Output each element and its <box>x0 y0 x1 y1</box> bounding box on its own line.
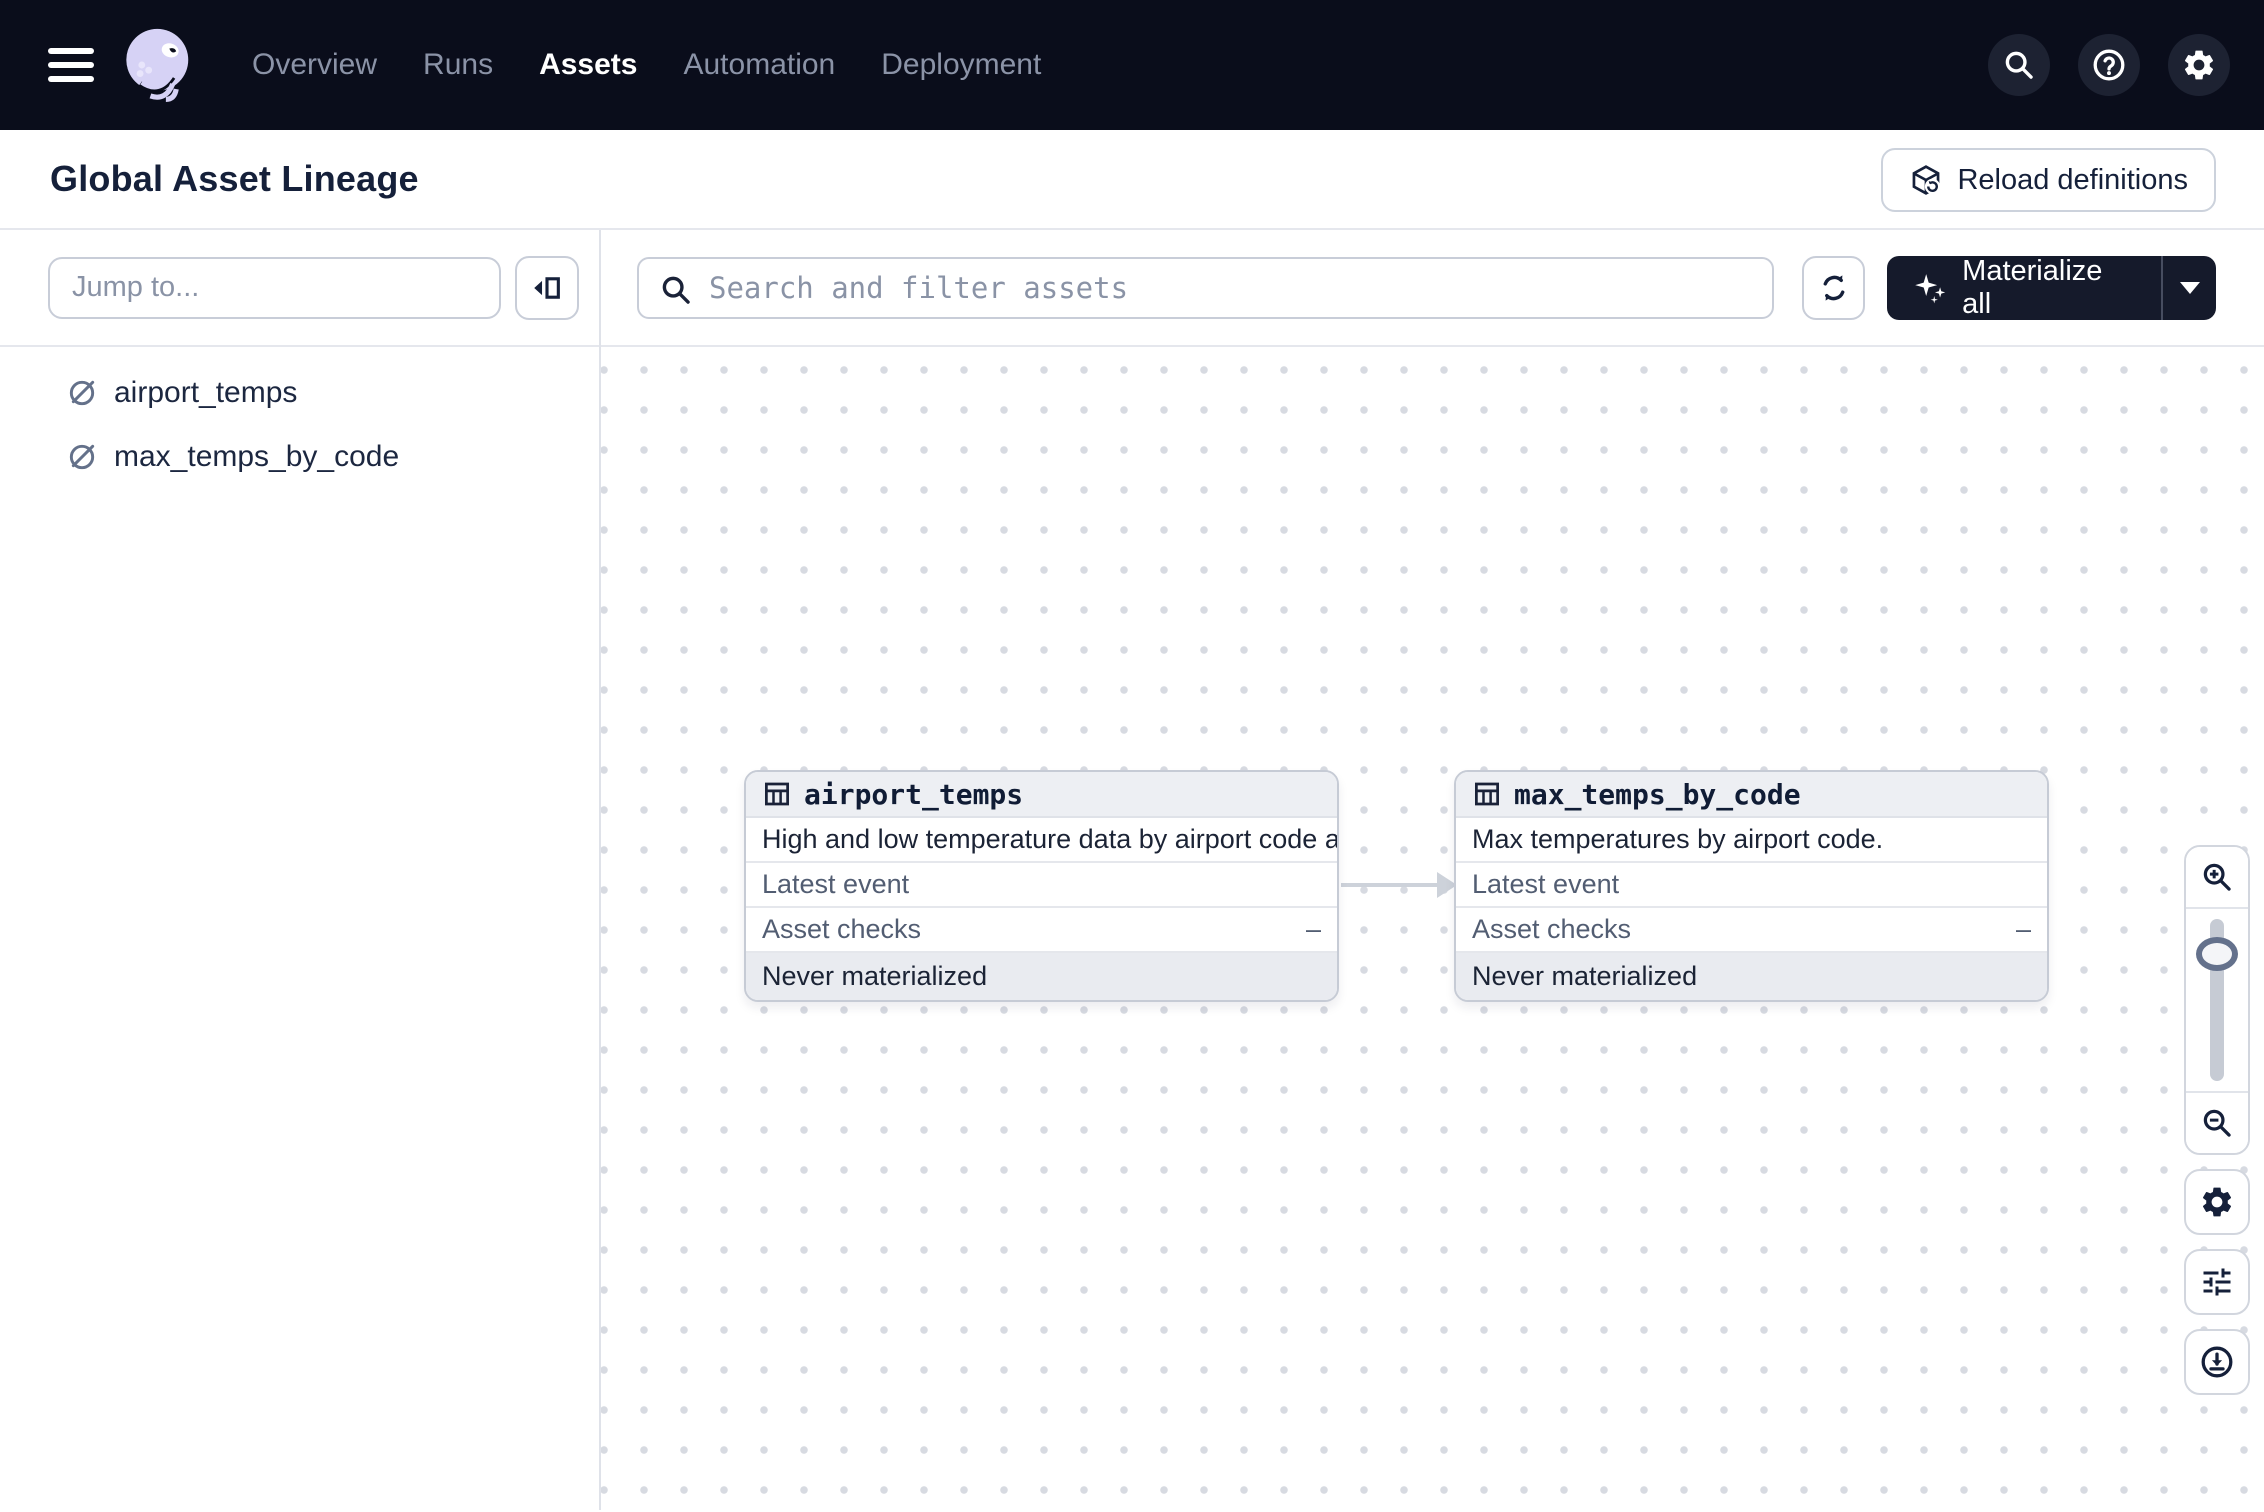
search-button[interactable] <box>1988 34 2050 96</box>
download-image-button[interactable] <box>2184 1329 2250 1395</box>
download-icon <box>2199 1344 2235 1380</box>
code-location-reload-icon <box>1909 163 1943 197</box>
nav-item-deployment[interactable]: Deployment <box>881 48 1041 82</box>
lineage-canvas[interactable]: airport_temps High and low temperature d… <box>601 347 2264 1510</box>
asset-name: max_temps_by_code <box>114 440 399 474</box>
asset-node-header: airport_temps <box>746 772 1337 818</box>
materialize-options-dropdown[interactable] <box>2161 256 2216 320</box>
refresh-button[interactable] <box>1802 256 1865 320</box>
zoom-in-icon <box>2200 860 2234 894</box>
zoom-out-button[interactable] <box>2186 1091 2248 1153</box>
asset-list: airport_temps max_temps_by_code <box>0 347 599 489</box>
asset-checks-label: Asset checks <box>762 914 921 945</box>
zoom-out-icon <box>2200 1106 2234 1140</box>
asset-node-status: Never materialized <box>1456 953 2047 1000</box>
graph-filters-button[interactable] <box>2184 1249 2250 1315</box>
sparkle-icon <box>1913 270 1948 306</box>
zoom-slider-thumb[interactable] <box>2196 937 2238 971</box>
asset-node-status: Never materialized <box>746 953 1337 1000</box>
help-icon <box>2091 47 2127 83</box>
table-icon <box>762 779 792 809</box>
asset-node-latest-event-row: Latest event <box>1456 863 2047 908</box>
never-materialized-icon <box>66 377 98 409</box>
asset-node-header: max_temps_by_code <box>1456 772 2047 818</box>
nav-item-assets[interactable]: Assets <box>539 48 637 82</box>
page-title: Global Asset Lineage <box>50 158 419 200</box>
asset-node-latest-event-row: Latest event <box>746 863 1337 908</box>
asset-sidebar: airport_temps max_temps_by_code <box>0 230 601 1510</box>
collapse-sidebar-button[interactable] <box>515 256 579 320</box>
nav-item-overview[interactable]: Overview <box>252 48 377 82</box>
graph-controls <box>2184 845 2250 1395</box>
search-icon <box>659 273 693 307</box>
tune-filters-icon <box>2199 1264 2235 1300</box>
asset-node-checks-row: Asset checks – <box>1456 908 2047 953</box>
asset-checks-value: – <box>2016 914 2031 945</box>
asset-checks-label: Asset checks <box>1472 914 1631 945</box>
dagster-logo-icon[interactable] <box>116 22 202 108</box>
nav-item-automation[interactable]: Automation <box>683 48 835 82</box>
asset-node-name: airport_temps <box>804 778 1023 811</box>
asset-node-description: High and low temperature data by airport… <box>746 818 1337 863</box>
search-icon <box>2002 48 2036 82</box>
sidebar-item-max-temps-by-code[interactable]: max_temps_by_code <box>0 425 599 489</box>
asset-node-max-temps-by-code[interactable]: max_temps_by_code Max temperatures by ai… <box>1454 770 2049 1002</box>
asset-search-box <box>637 257 1774 319</box>
reload-definitions-button[interactable]: Reload definitions <box>1881 148 2216 212</box>
hamburger-menu-icon[interactable] <box>48 40 94 90</box>
chevron-down-icon <box>2180 282 2200 294</box>
asset-node-airport-temps[interactable]: airport_temps High and low temperature d… <box>744 770 1339 1002</box>
help-button[interactable] <box>2078 34 2140 96</box>
lineage-toolbar: Materialize all <box>601 230 2264 347</box>
asset-node-name: max_temps_by_code <box>1514 778 1801 811</box>
graph-settings-button[interactable] <box>2184 1169 2250 1235</box>
latest-event-label: Latest event <box>762 869 909 900</box>
primary-nav: Overview Runs Assets Automation Deployme… <box>252 48 1041 82</box>
never-materialized-icon <box>66 441 98 473</box>
sidebar-item-airport-temps[interactable]: airport_temps <box>0 361 599 425</box>
page-header: Global Asset Lineage Reload definitions <box>0 130 2264 230</box>
asset-name: airport_temps <box>114 376 297 410</box>
asset-node-checks-row: Asset checks – <box>746 908 1337 953</box>
jump-to-input[interactable] <box>48 257 501 319</box>
materialize-all-button-group: Materialize all <box>1887 256 2216 320</box>
user-settings-button[interactable] <box>2168 34 2230 96</box>
sidebar-toolbar <box>0 230 599 347</box>
latest-event-label: Latest event <box>1472 869 1619 900</box>
materialize-all-label: Materialize all <box>1962 256 2135 320</box>
refresh-icon <box>1816 270 1852 306</box>
top-nav: Overview Runs Assets Automation Deployme… <box>0 0 2264 130</box>
gear-icon <box>2181 47 2217 83</box>
search-filter-assets-input[interactable] <box>639 259 1772 317</box>
collapse-panel-icon <box>530 271 564 305</box>
zoom-slider[interactable] <box>2186 909 2248 1091</box>
reload-definitions-label: Reload definitions <box>1957 164 2188 197</box>
table-icon <box>1472 779 1502 809</box>
materialize-all-button[interactable]: Materialize all <box>1887 256 2161 320</box>
gear-icon <box>2199 1184 2235 1220</box>
asset-checks-value: – <box>1306 914 1321 945</box>
nav-item-runs[interactable]: Runs <box>423 48 493 82</box>
asset-node-description: Max temperatures by airport code. <box>1456 818 2047 863</box>
zoom-in-button[interactable] <box>2186 847 2248 909</box>
